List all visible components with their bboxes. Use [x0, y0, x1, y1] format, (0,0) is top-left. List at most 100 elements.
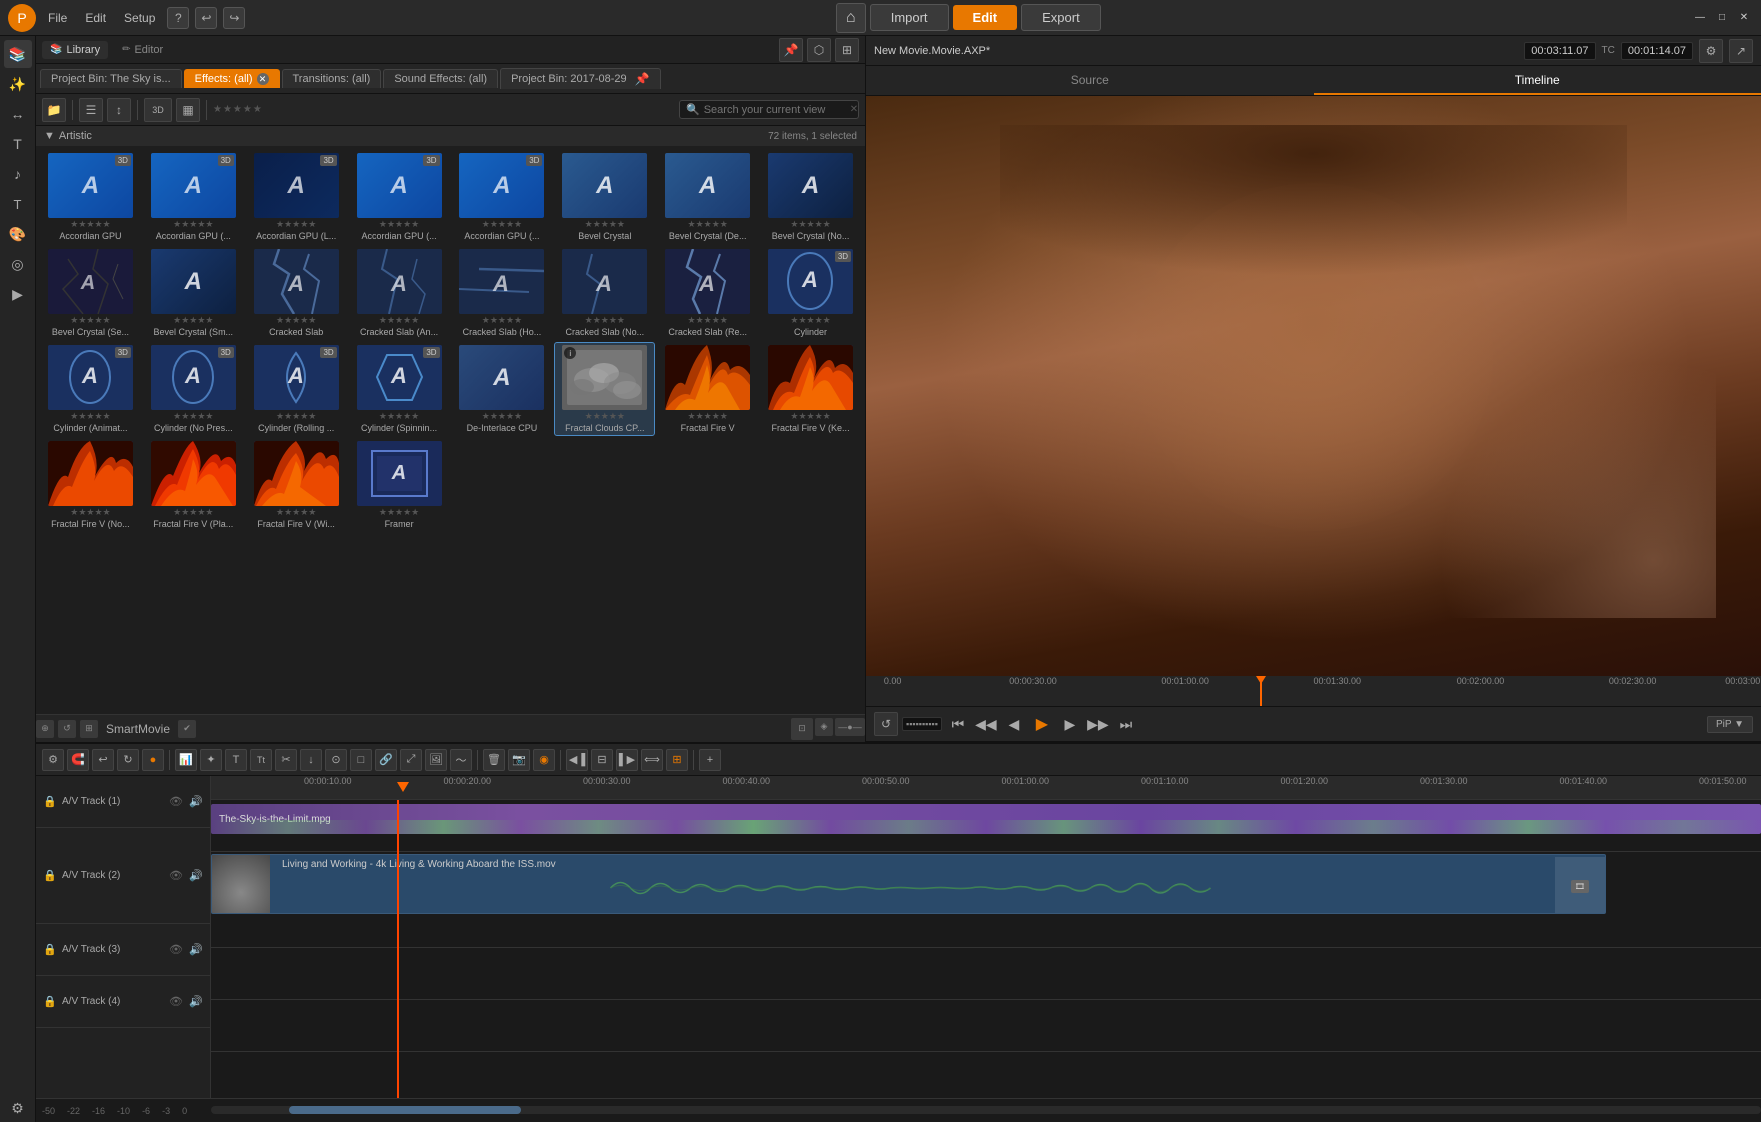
sm-icon-vol[interactable]: ◈	[815, 718, 833, 736]
pip-btn[interactable]: PiP ▼	[1707, 716, 1753, 733]
track-audio-4[interactable]: 🔊	[188, 994, 204, 1010]
search-input[interactable]	[704, 104, 846, 116]
tl-btn-type[interactable]: Tt	[250, 749, 272, 771]
go-end-btn[interactable]: ⏭	[1114, 712, 1138, 736]
effect-item-cracked-slab-an[interactable]: A ★★★★★ Cracked Slab (An...	[349, 246, 450, 340]
sidebar-icon-mask[interactable]: ◎	[4, 250, 32, 278]
star-filter[interactable]: ★★★★★	[213, 104, 263, 115]
track-lock-4[interactable]: 🔒	[42, 994, 58, 1010]
tl-btn-img[interactable]: 🖼	[425, 749, 447, 771]
sidebar-icon-text[interactable]: T	[4, 190, 32, 218]
track-vis-2[interactable]: 👁	[168, 868, 184, 884]
tl-btn-color[interactable]: ◉	[533, 749, 555, 771]
tl-btn-zoom[interactable]: ⊞	[666, 749, 688, 771]
effect-item-bevel-crystal-no[interactable]: A ★★★★★ Bevel Crystal (No...	[760, 150, 861, 244]
tl-btn-del[interactable]: 🗑	[483, 749, 505, 771]
effect-item-cracked-slab[interactable]: A ★★★★★ Cracked Slab	[246, 246, 347, 340]
sidebar-icon-effects[interactable]: ✨	[4, 70, 32, 98]
tl-btn-in[interactable]: ◀▐	[566, 749, 588, 771]
sidebar-icon-settings[interactable]: ⚙	[4, 1094, 32, 1122]
help-btn[interactable]: ?	[167, 7, 189, 29]
sidebar-icon-motion[interactable]: ▶	[4, 280, 32, 308]
tl-btn-fx[interactable]: ✦	[200, 749, 222, 771]
maximize-btn[interactable]: □	[1713, 9, 1731, 27]
tab-transitions[interactable]: Transitions: (all)	[282, 69, 382, 88]
effect-item-fractal-clouds[interactable]: i ★★★★★ Fractal Clouds CP...	[554, 342, 655, 436]
track-vis-4[interactable]: 👁	[168, 994, 184, 1010]
tl-btn-out[interactable]: ▌▶	[616, 749, 638, 771]
effect-item-cylinder-spinnin[interactable]: A 3D ★★★★★ Cylinder (Spinnin...	[349, 342, 450, 436]
timecode-settings[interactable]: ⚙	[1699, 39, 1723, 63]
effect-item-accordian-gpu-3[interactable]: A 3D ★★★★★ Accordian GPU (L...	[246, 150, 347, 244]
category-arrow[interactable]: ▼	[44, 130, 55, 142]
sm-icon-grid[interactable]: ⊞	[80, 720, 98, 738]
effect-item-fractal-fire-pla[interactable]: ★★★★★ Fractal Fire V (Pla...	[143, 438, 244, 532]
3d-btn[interactable]: 3D	[144, 98, 172, 122]
home-btn[interactable]: ⌂	[836, 3, 866, 33]
frame-fwd-btn[interactable]: ▶	[1058, 712, 1082, 736]
frame-back-btn[interactable]: ◀	[1002, 712, 1026, 736]
tl-btn-chart[interactable]: 📊	[175, 749, 197, 771]
effect-item-fractal-fire-ke[interactable]: ★★★★★ Fractal Fire V (Ke...	[760, 342, 861, 436]
sidebar-icon-color[interactable]: 🎨	[4, 220, 32, 248]
zoom-bar[interactable]	[211, 1106, 1761, 1114]
tl-btn-rec[interactable]: ●	[142, 749, 164, 771]
close-btn[interactable]: ✕	[1735, 9, 1753, 27]
tl-btn-trim[interactable]: □	[350, 749, 372, 771]
tl-btn-ripple[interactable]: ⟺	[641, 749, 663, 771]
tl-btn-down[interactable]: ↓	[300, 749, 322, 771]
effect-item-cylinder-no-pres[interactable]: A 3D ★★★★★ Cylinder (No Pres...	[143, 342, 244, 436]
sm-icon-1[interactable]: ⊕	[36, 720, 54, 738]
tab-project-bin[interactable]: Project Bin: The Sky is...	[40, 69, 182, 88]
sidebar-icon-transitions[interactable]: ↔	[4, 100, 32, 128]
tab-project-bin-2[interactable]: Project Bin: 2017-08-29 📌	[500, 68, 661, 89]
sm-icon-expand[interactable]: ⊡	[791, 718, 813, 740]
tl-btn-settings[interactable]: ⚙	[42, 749, 64, 771]
effect-item-accordian-gpu-1[interactable]: A 3D ★★★★★ Accordian GPU	[40, 150, 141, 244]
float-btn[interactable]: ⬡	[807, 38, 831, 62]
effect-item-bevel-crystal[interactable]: A ★★★★★ Bevel Crystal	[554, 150, 655, 244]
track-lock-1[interactable]: 🔒	[42, 794, 58, 810]
source-tab[interactable]: Source	[866, 66, 1314, 95]
effect-item-accordian-gpu-5[interactable]: A 3D ★★★★★ Accordian GPU (...	[452, 150, 553, 244]
effect-item-bevel-crystal-sm[interactable]: A ★★★★★ Bevel Crystal (Sm...	[143, 246, 244, 340]
sm-slider-icon[interactable]: —●—	[835, 718, 865, 736]
undo-btn[interactable]: ↩	[195, 7, 217, 29]
step-back-btn[interactable]: ◀◀	[974, 712, 998, 736]
file-menu[interactable]: File	[42, 9, 73, 27]
list-view-btn[interactable]: ☰	[79, 98, 103, 122]
effect-item-bevel-crystal-se[interactable]: A ★★★★★ Bevel Crystal (Se...	[40, 246, 141, 340]
sm-icon-3[interactable]: ✔	[178, 720, 196, 738]
track-vis-1[interactable]: 👁	[168, 794, 184, 810]
track-audio-3[interactable]: 🔊	[188, 942, 204, 958]
track-audio-1[interactable]: 🔊	[188, 794, 204, 810]
tl-btn-stretch[interactable]: ⤢	[400, 749, 422, 771]
effect-item-fractal-fire-no[interactable]: ★★★★★ Fractal Fire V (No...	[40, 438, 141, 532]
effect-item-de-interlace[interactable]: A ★★★★★ De-Interlace CPU	[452, 342, 553, 436]
tl-btn-cam[interactable]: 📷	[508, 749, 530, 771]
effect-item-cracked-slab-ho[interactable]: A ★★★★★ Cracked Slab (Ho...	[452, 246, 553, 340]
film-btn[interactable]: ▦	[176, 98, 200, 122]
panel-opts-btn[interactable]: ⊞	[835, 38, 859, 62]
pin-btn[interactable]: 📌	[779, 38, 803, 62]
tab-effects[interactable]: Effects: (all) ✕	[184, 69, 280, 88]
effect-item-accordian-gpu-4[interactable]: A 3D ★★★★★ Accordian GPU (...	[349, 150, 450, 244]
effect-item-cracked-slab-re[interactable]: A ★★★★★ Cracked Slab (Re...	[657, 246, 758, 340]
effect-item-cylinder-rolling[interactable]: A 3D ★★★★★ Cylinder (Rolling ...	[246, 342, 347, 436]
tl-btn-snap[interactable]: 🧲	[67, 749, 89, 771]
effect-item-framer[interactable]: A ★★★★★ Framer	[349, 438, 450, 532]
effect-item-fractal-fire-wi[interactable]: ★★★★★ Fractal Fire V (Wi...	[246, 438, 347, 532]
effect-item-accordian-gpu-2[interactable]: A 3D ★★★★★ Accordian GPU (...	[143, 150, 244, 244]
minimize-btn[interactable]: —	[1691, 9, 1709, 27]
effect-item-fractal-fire-v[interactable]: ★★★★★ Fractal Fire V	[657, 342, 758, 436]
tl-btn-undo[interactable]: ↩	[92, 749, 114, 771]
folder-btn[interactable]: 📁	[42, 98, 66, 122]
sm-icon-2[interactable]: ↺	[58, 720, 76, 738]
timecode-export[interactable]: ↗	[1729, 39, 1753, 63]
tl-btn-crop[interactable]: ✂	[275, 749, 297, 771]
export-btn[interactable]: Export	[1021, 4, 1101, 31]
tl-btn-title[interactable]: T	[225, 749, 247, 771]
sort-btn[interactable]: ↕	[107, 98, 131, 122]
effect-item-cylinder[interactable]: A 3D 3D ★★★★★ Cylinder	[760, 246, 861, 340]
tl-btn-link[interactable]: 🔗	[375, 749, 397, 771]
